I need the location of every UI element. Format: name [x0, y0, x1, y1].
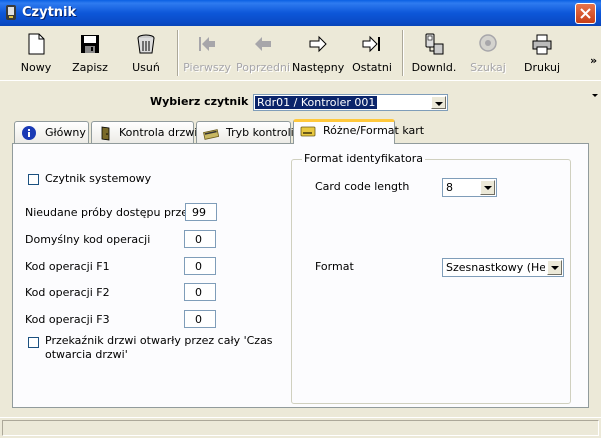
delete-button[interactable]: Usuń — [120, 29, 172, 77]
print-button[interactable]: Drukuj — [516, 29, 568, 77]
last-record-icon — [362, 35, 380, 53]
toolbar-options-dropdown-icon[interactable] — [592, 94, 598, 97]
printer-icon — [532, 34, 552, 55]
next-record-icon — [309, 35, 327, 53]
reader-select-label: Wybierz czytnik : — [150, 95, 257, 108]
card-icon — [300, 126, 316, 137]
floppy-disk-icon — [81, 35, 99, 53]
op-code-f3-label: Kod operacji F3 — [25, 313, 110, 326]
close-icon — [580, 8, 591, 19]
door-icon — [101, 126, 110, 141]
format-label: Format — [315, 260, 354, 273]
op-code-f2-input[interactable]: 0 — [184, 283, 216, 301]
tab-misc-card-format[interactable]: Różne/Format kart — [293, 119, 424, 144]
op-code-f1-input[interactable]: 0 — [184, 257, 216, 275]
relay-open-checkbox[interactable] — [28, 337, 39, 348]
failed-attempts-label: Nieudane próby dostępu przed a — [25, 206, 206, 219]
op-code-f3-input[interactable]: 0 — [184, 310, 216, 328]
tab-control-mode[interactable]: Tryb kontroli — [196, 121, 294, 143]
default-op-code-label: Domyślny kod operacji — [25, 233, 151, 246]
first-button[interactable]: Pierwszy — [181, 29, 233, 77]
default-op-code-input[interactable]: 0 — [184, 230, 216, 248]
reader-select-value: Rdr01 / Kontroler 001 — [255, 96, 378, 109]
new-document-icon — [28, 33, 45, 55]
system-reader-checkbox[interactable] — [28, 174, 39, 185]
download-icon — [425, 33, 444, 55]
op-code-f1-label: Kod operacji F1 — [25, 260, 110, 273]
id-format-groupbox: Format identyfikatora Card code length 8… — [291, 152, 571, 404]
failed-attempts-input[interactable]: 99 — [185, 203, 217, 221]
system-reader-label: Czytnik systemowy — [45, 172, 152, 185]
new-button[interactable]: Nowy — [10, 29, 62, 77]
id-format-group-title: Format identyfikatora — [302, 152, 426, 165]
relay-open-label-line1: Przekaźnik drzwi otwarły przez cały 'Cza… — [45, 334, 273, 347]
previous-record-icon — [255, 37, 271, 51]
reader-app-icon — [6, 5, 16, 20]
status-bar — [0, 417, 601, 438]
status-panel — [2, 420, 599, 436]
toolbar-separator — [177, 30, 179, 76]
next-button[interactable]: Następny — [292, 29, 344, 77]
toolbar-separator — [402, 30, 404, 76]
title-bar: Czytnik — [0, 0, 601, 26]
chevron-down-icon[interactable] — [431, 96, 446, 109]
save-button[interactable]: Zapisz — [64, 29, 116, 77]
reader-select[interactable]: Rdr01 / Kontroler 001 — [253, 94, 448, 111]
first-record-icon — [199, 37, 215, 51]
trash-bin-icon — [137, 34, 155, 54]
tab-door-control[interactable]: Kontrola drzwi — [91, 121, 197, 143]
download-button[interactable]: Downld. — [408, 29, 460, 77]
toolbar-overflow-chevron-icon[interactable]: » — [590, 54, 597, 67]
close-button[interactable] — [575, 3, 596, 24]
op-code-f2-label: Kod operacji F2 — [25, 286, 110, 299]
window-title: Czytnik — [22, 5, 77, 20]
toolbar: Nowy Zapisz Usuń Pierwszy Poprzedni Nast… — [0, 26, 601, 97]
search-button[interactable]: Szukaj — [462, 29, 514, 77]
info-icon — [22, 126, 36, 140]
last-button[interactable]: Ostatni — [346, 29, 398, 77]
chevron-down-icon[interactable] — [547, 260, 562, 275]
tab-main[interactable]: Główny — [14, 121, 89, 143]
chevron-down-icon[interactable] — [480, 180, 495, 195]
card-code-length-label: Card code length — [315, 180, 410, 193]
card-swipe-icon — [203, 129, 219, 140]
previous-button[interactable]: Poprzedni — [235, 29, 291, 77]
relay-open-label-line2: otwarcia drzwi' — [45, 348, 128, 361]
search-icon — [479, 34, 497, 52]
card-code-length-select[interactable]: 8 — [442, 178, 497, 197]
format-select[interactable]: Szesnastkowy (Hexa — [442, 258, 564, 277]
tab-panel-misc-card-format: Czytnik systemowy Nieudane próby dostępu… — [12, 143, 589, 408]
